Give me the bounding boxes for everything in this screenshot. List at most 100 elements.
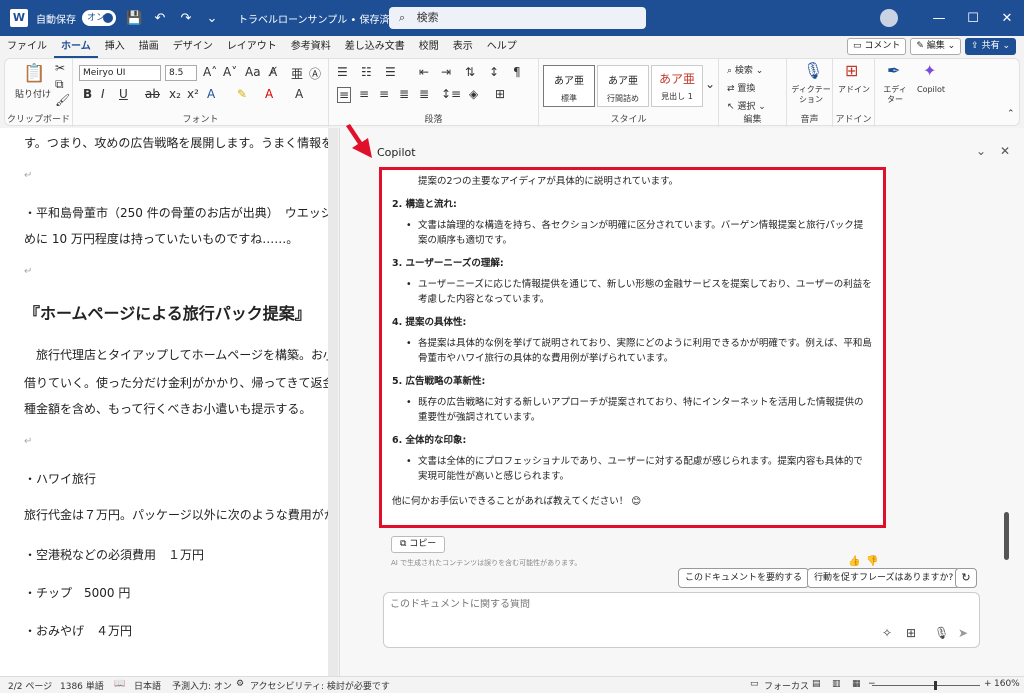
font-name-combo[interactable]: Meiryo UI <box>79 65 161 81</box>
refresh-icon[interactable]: ↻ <box>955 568 977 588</box>
focus-mode[interactable]: フォーカス <box>764 679 809 692</box>
show-marks-icon[interactable]: ¶ <box>513 65 521 79</box>
tab-design[interactable]: デザイン <box>166 36 220 58</box>
language[interactable]: 日本語 <box>134 679 161 692</box>
change-case-icon[interactable]: Aa <box>245 65 261 79</box>
char-shading-icon[interactable]: A <box>295 87 303 101</box>
copilot-scrollbar[interactable] <box>1004 512 1009 560</box>
tab-home[interactable]: ホーム <box>54 36 98 58</box>
subscript-icon[interactable]: x₂ <box>169 87 181 101</box>
tab-view[interactable]: 表示 <box>446 36 480 58</box>
thumbs-up-icon[interactable]: 👍 <box>848 556 860 567</box>
text-direction-icon[interactable]: ⇅ <box>465 65 475 79</box>
document-page[interactable]: す。つまり、攻めの広告戦略を展開します。うまく情報を提示す ↵ ・平和島骨董市（… <box>0 128 328 676</box>
copilot-input-box[interactable]: ✧ ⊞ 🎙 ➤ <box>383 592 980 648</box>
copy-icon[interactable]: ⧉ <box>55 77 64 92</box>
align-left-icon[interactable]: ≡ <box>337 87 352 103</box>
style-heading-1[interactable]: あア亜 見出し 1 <box>651 65 703 107</box>
superscript-icon[interactable]: x² <box>187 87 199 101</box>
increase-indent-icon[interactable]: ⇥ <box>441 65 451 79</box>
italic-icon[interactable]: I <box>101 87 105 101</box>
tab-layout[interactable]: レイアウト <box>220 36 284 58</box>
align-center-icon[interactable]: ≡ <box>359 87 369 101</box>
shrink-font-icon[interactable]: A˅ <box>223 65 237 79</box>
line-spacing-icon[interactable]: ↕≡ <box>441 87 461 101</box>
accessibility-status[interactable]: アクセシビリティ: 検討が必要です <box>250 679 390 692</box>
zoom-slider-thumb[interactable] <box>934 681 937 690</box>
copilot-icon[interactable]: ✦ <box>923 61 936 80</box>
suggestion-call-to-action[interactable]: 行動を促すフレーズはありますか? <box>807 568 961 588</box>
copy-button[interactable]: ⧉ コピー <box>391 536 446 553</box>
zoom-out-icon[interactable]: − <box>868 679 876 689</box>
undo-icon[interactable]: ↶ <box>152 11 168 26</box>
style-normal[interactable]: あア亜 標準 <box>543 65 595 107</box>
align-right-icon[interactable]: ≡ <box>379 87 389 101</box>
web-layout-icon[interactable]: ▦ <box>852 679 861 689</box>
justify-icon[interactable]: ≣ <box>399 87 409 101</box>
grid-icon[interactable]: ⊞ <box>906 626 916 640</box>
save-icon[interactable]: 💾 <box>126 11 142 26</box>
font-color-icon[interactable]: A <box>265 87 273 101</box>
distributed-icon[interactable]: ≣ <box>419 87 429 101</box>
collapse-ribbon-icon[interactable]: ⌃ <box>1007 109 1015 119</box>
autosave-toggle[interactable]: オン <box>82 10 116 26</box>
microphone-icon[interactable]: 🎙 <box>934 626 949 640</box>
replace-button[interactable]: ⇄ 置換 <box>727 81 755 94</box>
tab-review[interactable]: 校閲 <box>412 36 446 58</box>
proofing-icon[interactable]: 📖 <box>114 679 125 689</box>
styles-more-icon[interactable]: ⌄ <box>705 77 715 91</box>
copilot-input[interactable] <box>390 599 790 610</box>
select-button[interactable]: ↖ 選択 ⌄ <box>727 99 766 112</box>
text-effects-icon[interactable]: A <box>207 87 215 101</box>
tab-draw[interactable]: 描画 <box>132 36 166 58</box>
search-box[interactable]: ⌕ 検索 <box>389 7 646 29</box>
addin-icon[interactable]: ⊞ <box>845 61 858 80</box>
multilevel-list-icon[interactable]: ☰ <box>385 65 396 79</box>
tab-insert[interactable]: 挿入 <box>98 36 132 58</box>
format-painter-icon[interactable]: 🖌 <box>55 93 70 107</box>
paste-label[interactable]: 貼り付け <box>15 87 51 100</box>
numbering-icon[interactable]: ☷ <box>361 65 372 79</box>
editor-icon[interactable]: ✒ <box>887 61 900 80</box>
zoom-level[interactable]: 160% <box>994 679 1020 689</box>
send-icon[interactable]: ➤ <box>958 626 968 640</box>
style-no-spacing[interactable]: あア亜 行間詰め <box>597 65 649 107</box>
editor-label[interactable]: エディター <box>881 85 909 105</box>
strikethrough-icon[interactable]: ab <box>145 87 160 101</box>
avatar[interactable] <box>880 9 898 27</box>
bullets-icon[interactable]: ☰ <box>337 65 348 79</box>
borders-icon[interactable]: ⊞ <box>495 87 505 101</box>
zoom-in-icon[interactable]: + <box>984 679 992 689</box>
tab-file[interactable]: ファイル <box>0 36 54 58</box>
find-button[interactable]: ⌕ 検索 ⌄ <box>727 63 763 76</box>
tab-mailings[interactable]: 差し込み文書 <box>338 36 412 58</box>
customize-toolbar-icon[interactable]: ⌄ <box>204 11 220 26</box>
addin-label[interactable]: アドイン <box>837 85 871 95</box>
sparkle-icon[interactable]: ✧ <box>882 626 892 640</box>
tab-help[interactable]: ヘルプ <box>480 36 524 58</box>
chevron-down-icon[interactable]: ⌄ <box>976 144 986 158</box>
close-icon[interactable]: ✕ <box>990 11 1024 26</box>
highlight-icon[interactable]: ✎ <box>237 87 247 101</box>
edit-mode-button[interactable]: ✎ 編集 ⌄ <box>910 38 962 55</box>
suggestion-summarize[interactable]: このドキュメントを要約する <box>678 568 810 588</box>
underline-icon[interactable]: U <box>119 87 128 101</box>
enclose-char-icon[interactable]: Ⓐ <box>309 65 321 82</box>
thumbs-down-icon[interactable]: 👎 <box>866 556 878 567</box>
minimize-icon[interactable]: — <box>922 11 956 26</box>
bold-icon[interactable]: B <box>83 87 92 101</box>
page-count[interactable]: 2/2 ページ <box>8 679 52 692</box>
comment-button[interactable]: ▭ コメント <box>846 38 907 55</box>
redo-icon[interactable]: ↷ <box>178 11 194 26</box>
print-layout-icon[interactable]: ▥ <box>832 679 841 689</box>
shading-icon[interactable]: ◈ <box>469 87 478 101</box>
font-size-combo[interactable]: 8.5 <box>165 65 197 81</box>
decrease-indent-icon[interactable]: ⇤ <box>419 65 429 79</box>
phonetic-guide-icon[interactable]: 亜 <box>291 65 303 82</box>
read-mode-icon[interactable]: ▤ <box>812 679 821 689</box>
share-button[interactable]: ⇪ 共有 ⌄ <box>965 38 1016 55</box>
paste-icon[interactable]: 📋 <box>23 63 45 84</box>
microphone-icon[interactable]: 🎙 <box>803 61 823 80</box>
document-title[interactable]: トラベルローンサンプル • 保存済み <box>238 11 399 26</box>
predictive-input[interactable]: 予測入力: オン <box>172 679 232 692</box>
